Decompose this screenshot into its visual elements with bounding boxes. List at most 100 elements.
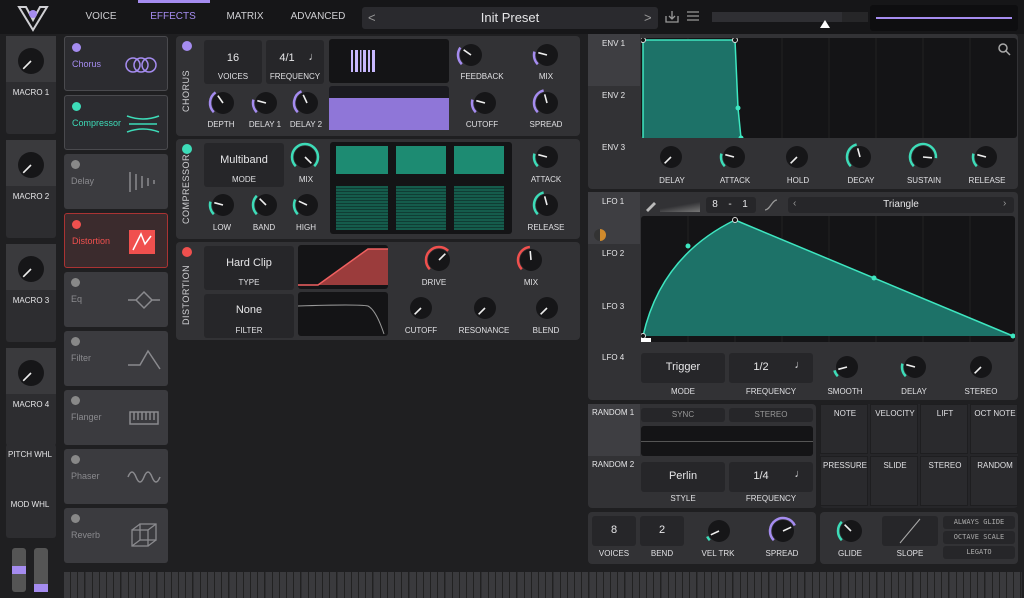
- preset-name[interactable]: Init Preset: [362, 7, 658, 29]
- fx-item-delay[interactable]: Delay: [64, 154, 168, 209]
- fx-enable-toggle[interactable]: [72, 220, 81, 229]
- chorus-cutoff-knob[interactable]: [470, 88, 500, 118]
- random-tab-1[interactable]: RANDOM 1: [592, 408, 634, 417]
- fx-enable-toggle[interactable]: [72, 102, 81, 111]
- chorus-feedback-knob[interactable]: [456, 40, 486, 70]
- macro-3-knob[interactable]: [14, 252, 48, 286]
- chorus-spread-knob[interactable]: [532, 88, 562, 118]
- voice-spread-knob[interactable]: [768, 516, 798, 546]
- fx-item-distortion[interactable]: Distortion: [64, 213, 168, 268]
- always-glide-button[interactable]: ALWAYS GLIDE: [943, 516, 1015, 529]
- mod-source-oct-note[interactable]: OCT NOTE: [970, 404, 1018, 454]
- distortion-resonance-knob[interactable]: [470, 293, 500, 323]
- env-tab-2[interactable]: ENV 2: [602, 91, 625, 100]
- mod-source-slide[interactable]: SLIDE: [870, 456, 918, 506]
- fx-item-filter[interactable]: Filter: [64, 331, 168, 386]
- tab-effects[interactable]: EFFECTS: [140, 0, 206, 34]
- random-note-icon[interactable]: ♩: [793, 468, 807, 480]
- lfo-shape-value[interactable]: Triangle: [788, 199, 1014, 210]
- mod-source-pressure[interactable]: PRESSURE: [820, 456, 868, 506]
- lfo-editor[interactable]: [640, 216, 1016, 342]
- chorus-enable-toggle[interactable]: [182, 41, 192, 51]
- lfo-tab-1[interactable]: LFO 1: [602, 197, 624, 206]
- lfo-waveform[interactable]: [640, 216, 1016, 342]
- envelope-curve[interactable]: [640, 37, 1017, 141]
- fx-item-chorus[interactable]: Chorus: [64, 36, 168, 91]
- mod-source-note[interactable]: NOTE: [820, 404, 868, 454]
- distortion-drive-knob[interactable]: [424, 245, 454, 275]
- random-stereo-button[interactable]: STEREO: [729, 408, 813, 422]
- voices-box[interactable]: 8: [592, 516, 636, 546]
- macro-4-knob[interactable]: [14, 356, 48, 390]
- mod-source-random[interactable]: RANDOM: [970, 456, 1018, 506]
- compressor-enable-toggle[interactable]: [182, 144, 192, 154]
- lfo-frequency-box[interactable]: 1/2 ♩: [729, 353, 813, 383]
- menu-icon[interactable]: [686, 10, 700, 22]
- preset-next-button[interactable]: >: [644, 9, 652, 27]
- preset-prev-button[interactable]: <: [368, 9, 376, 27]
- lfo-smooth-slider[interactable]: [660, 200, 700, 212]
- slope-display[interactable]: [882, 516, 938, 546]
- note-icon[interactable]: ♩: [308, 51, 320, 63]
- lfo-tab-4[interactable]: LFO 4: [602, 353, 624, 362]
- mod-source-stereo[interactable]: STEREO: [920, 456, 968, 506]
- distortion-cutoff-knob[interactable]: [406, 293, 436, 323]
- distortion-filter-display[interactable]: [297, 292, 388, 336]
- fx-enable-toggle[interactable]: [71, 278, 80, 287]
- fx-enable-toggle[interactable]: [71, 455, 80, 464]
- compressor-attack-knob[interactable]: [532, 142, 562, 172]
- fx-enable-toggle[interactable]: [71, 160, 80, 169]
- curve-icon[interactable]: [764, 199, 778, 211]
- zoom-search-icon[interactable]: [997, 42, 1011, 56]
- random-frequency-box[interactable]: 1/4 ♩: [729, 462, 813, 492]
- compressor-mix-knob[interactable]: [290, 142, 320, 172]
- glide-knob[interactable]: [836, 516, 866, 546]
- env-decay-knob[interactable]: [845, 142, 875, 172]
- compressor-band-knob[interactable]: [251, 190, 281, 220]
- bend-box[interactable]: 2: [640, 516, 684, 546]
- lfo-phase-icon[interactable]: [594, 229, 606, 241]
- vel-trk-knob[interactable]: [704, 516, 734, 546]
- lfo-rate-den[interactable]: 1: [738, 199, 752, 210]
- random-tab-2[interactable]: RANDOM 2: [592, 460, 634, 469]
- env-sustain-knob[interactable]: [908, 142, 938, 172]
- env-attack-knob[interactable]: [719, 142, 749, 172]
- fx-item-reverb[interactable]: Reverb: [64, 508, 168, 563]
- env-tab-3[interactable]: ENV 3: [602, 143, 625, 152]
- mod-source-velocity[interactable]: VELOCITY: [870, 404, 918, 454]
- lfo-tab-2[interactable]: LFO 2: [602, 249, 624, 258]
- pitch-wheel[interactable]: [12, 548, 26, 592]
- fx-item-phaser[interactable]: Phaser: [64, 449, 168, 504]
- fx-enable-toggle[interactable]: [71, 396, 80, 405]
- tab-voice[interactable]: VOICE: [70, 0, 132, 34]
- chorus-depth-knob[interactable]: [208, 88, 238, 118]
- mod-wheel[interactable]: [34, 548, 48, 592]
- lfo-delay-knob[interactable]: [900, 352, 930, 382]
- paint-brush-icon[interactable]: [644, 200, 658, 212]
- distortion-blend-knob[interactable]: [532, 293, 562, 323]
- chorus-delay2-knob[interactable]: [292, 88, 322, 118]
- lfo-tab-3[interactable]: LFO 3: [602, 302, 624, 311]
- env-delay-knob[interactable]: [656, 142, 686, 172]
- fx-enable-toggle[interactable]: [71, 514, 80, 523]
- chorus-delay1-knob[interactable]: [251, 88, 281, 118]
- tab-matrix[interactable]: MATRIX: [214, 0, 276, 34]
- preset-selector[interactable]: Init Preset < >: [362, 7, 658, 29]
- chorus-mix-knob[interactable]: [532, 40, 562, 70]
- random-style-box[interactable]: Perlin: [641, 462, 725, 492]
- compressor-release-knob[interactable]: [532, 190, 562, 220]
- legato-button[interactable]: LEGATO: [943, 546, 1015, 559]
- keyboard[interactable]: [64, 572, 1022, 598]
- fx-enable-toggle[interactable]: [71, 337, 80, 346]
- lfo-smooth-knob[interactable]: [832, 352, 862, 382]
- lfo-shape-prev-icon[interactable]: ‹: [793, 198, 796, 209]
- volume-marker-icon[interactable]: [820, 20, 830, 28]
- fx-enable-toggle[interactable]: [72, 43, 81, 52]
- save-icon[interactable]: [664, 10, 680, 24]
- compressor-high-knob[interactable]: [292, 190, 322, 220]
- env-tab-1[interactable]: ENV 1: [602, 39, 625, 48]
- macro-2-knob[interactable]: [14, 148, 48, 182]
- random-sync-button[interactable]: SYNC: [641, 408, 725, 422]
- tab-advanced[interactable]: ADVANCED: [282, 0, 354, 34]
- macro-1-knob[interactable]: [14, 44, 48, 78]
